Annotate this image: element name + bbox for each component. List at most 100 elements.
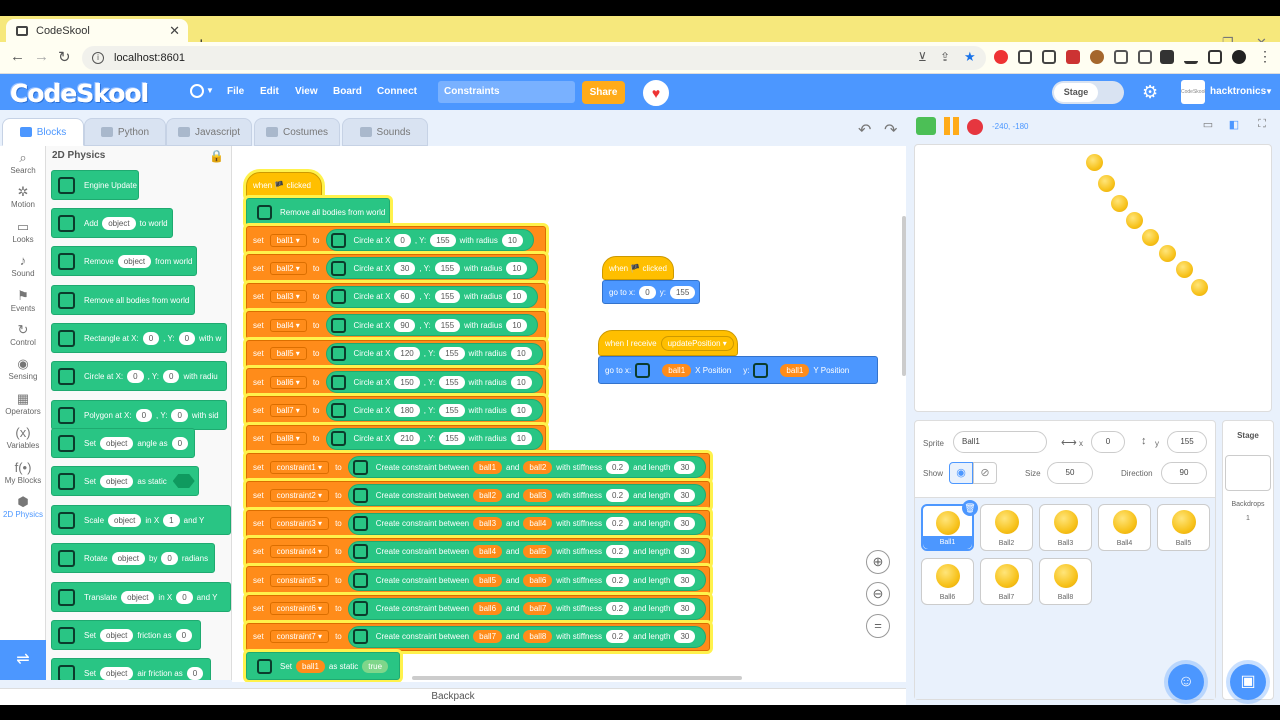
- static-hexagon-input[interactable]: [172, 474, 195, 488]
- circle-radius-input[interactable]: 10: [506, 290, 528, 304]
- goto-y-input[interactable]: 155: [669, 285, 696, 299]
- circle-y-input[interactable]: 155: [434, 318, 461, 332]
- set-constraint-block[interactable]: set constraint4 ▾ to Create constraint betw…: [246, 537, 710, 566]
- back-icon[interactable]: ←: [10, 48, 25, 65]
- download-icon[interactable]: [1184, 50, 1198, 64]
- circle-x-input[interactable]: 30: [394, 261, 416, 275]
- stiffness-input[interactable]: 0.2: [605, 602, 630, 615]
- circle-radius-input[interactable]: 10: [506, 318, 528, 332]
- constraint-reporter[interactable]: Create constraint between ball1 and ball2 wi…: [347, 456, 707, 478]
- stage-ball[interactable]: [1111, 195, 1128, 212]
- variable-dropdown[interactable]: ball8 ▾: [269, 432, 307, 446]
- sprite-y-input[interactable]: 155: [1167, 431, 1207, 453]
- circle-reporter[interactable]: Circle at X 60, Y: 155 with radius 10: [325, 285, 539, 308]
- community-heart-icon[interactable]: ♥: [643, 80, 669, 106]
- code-workspace[interactable]: when 🏴 clicked Remove all bodies from wo…: [232, 146, 906, 682]
- palette-block[interactable]: Rotate object by 0 radians: [51, 543, 215, 573]
- x-object-pill[interactable]: ball1: [662, 363, 692, 377]
- body-a-pill[interactable]: ball2: [473, 488, 503, 502]
- language-globe-icon[interactable]: [190, 84, 204, 98]
- small-stage-icon[interactable]: ▭: [1198, 118, 1218, 136]
- circle-radius-input[interactable]: 10: [510, 347, 532, 361]
- when-flag-clicked-block[interactable]: when 🏴 clicked: [246, 172, 322, 198]
- palette-block[interactable]: Remove object from world: [51, 246, 197, 276]
- circle-reporter[interactable]: Circle at X 120, Y: 155 with radius 10: [325, 342, 543, 365]
- palette-input[interactable]: 0: [175, 628, 193, 642]
- normal-stage-icon[interactable]: ◧: [1224, 118, 1244, 136]
- circle-x-input[interactable]: 90: [394, 318, 416, 332]
- sprite-thumbnail[interactable]: Ball4: [1098, 504, 1151, 551]
- settings-gear-icon[interactable]: ⚙: [1142, 82, 1158, 102]
- category-search[interactable]: ⌕ Search: [0, 150, 46, 175]
- go-to-xy-position-block[interactable]: go to x: ball1 X Position y: ball1 Y Position: [598, 356, 878, 384]
- constraint-reporter[interactable]: Create constraint between ball5 and ball6 wi…: [347, 569, 707, 592]
- circle-reporter[interactable]: Circle at X 210, Y: 155 with radius 10: [325, 427, 543, 450]
- length-input[interactable]: 30: [674, 545, 696, 559]
- when-flag-clicked-block-2[interactable]: when 🏴 clicked: [602, 256, 674, 280]
- add-sprite-icon[interactable]: ☺: [1168, 664, 1204, 700]
- delete-sprite-icon[interactable]: 🗑: [962, 500, 978, 516]
- palette-input[interactable]: 0: [135, 408, 153, 422]
- palette-input[interactable]: 0: [186, 666, 204, 680]
- sprite-thumbnail[interactable]: Ball8: [1039, 558, 1092, 605]
- length-input[interactable]: 30: [674, 460, 696, 474]
- set-circle-block[interactable]: set ball7 ▾ to Circle at X 180, Y: 155 with ra…: [246, 396, 546, 425]
- category-my-blocks[interactable]: f(•) My Blocks: [0, 460, 46, 485]
- length-input[interactable]: 30: [674, 602, 696, 615]
- palette-input[interactable]: 0: [171, 436, 189, 450]
- palette-input[interactable]: object: [100, 666, 134, 680]
- add-backdrop-icon[interactable]: ▣: [1230, 664, 1266, 700]
- palette-block[interactable]: Set object angle as 0: [51, 428, 195, 458]
- circle-reporter[interactable]: Circle at X 180, Y: 155 with radius 10: [325, 399, 543, 422]
- project-name-input[interactable]: Constraints: [438, 81, 575, 103]
- set-circle-block[interactable]: set ball5 ▾ to Circle at X 120, Y: 155 with ra…: [246, 339, 546, 368]
- backpack-bar[interactable]: Backpack: [0, 688, 906, 705]
- extension-c-icon[interactable]: [1018, 50, 1032, 64]
- show-visible-icon[interactable]: ◉: [949, 462, 973, 484]
- circle-reporter[interactable]: Circle at X 90, Y: 155 with radius 10: [325, 314, 539, 337]
- stiffness-input[interactable]: 0.2: [605, 488, 630, 502]
- variable-dropdown[interactable]: ball5 ▾: [269, 347, 307, 361]
- palette-block[interactable]: Scale object in X 1 and Y: [51, 505, 231, 535]
- stiffness-input[interactable]: 0.2: [605, 545, 630, 559]
- set-constraint-block[interactable]: set constraint2 ▾ to Create constraint betw…: [246, 481, 710, 510]
- variable-dropdown[interactable]: ball1 ▾: [269, 233, 307, 247]
- forward-icon[interactable]: →: [34, 48, 49, 65]
- app-logo[interactable]: CodeSkool: [10, 79, 149, 108]
- circle-radius-input[interactable]: 10: [510, 375, 532, 389]
- palette-input[interactable]: object: [111, 551, 145, 565]
- length-input[interactable]: 30: [674, 488, 696, 502]
- palette-input[interactable]: 0: [178, 331, 196, 345]
- workspace-horizontal-scrollbar[interactable]: [412, 676, 742, 680]
- stage-ball[interactable]: [1176, 261, 1193, 278]
- extension-qr-icon[interactable]: [1042, 50, 1056, 64]
- set-circle-block[interactable]: set ball3 ▾ to Circle at X 60, Y: 155 with rad…: [246, 282, 546, 311]
- body-b-pill[interactable]: ball2: [523, 460, 553, 474]
- pause-icon[interactable]: [943, 117, 961, 135]
- body-b-pill[interactable]: ball6: [523, 573, 553, 587]
- stage-ball[interactable]: [1086, 154, 1103, 171]
- category-variables[interactable]: (x) Variables: [0, 425, 46, 450]
- palette-block[interactable]: Set object as static: [51, 466, 199, 496]
- menu-board[interactable]: Board: [333, 86, 362, 97]
- circle-y-input[interactable]: 155: [434, 261, 461, 275]
- body-a-pill[interactable]: ball4: [473, 545, 503, 559]
- reload-icon[interactable]: ↻: [58, 48, 71, 66]
- variable-dropdown[interactable]: ball7 ▾: [269, 403, 307, 417]
- go-to-xy-block[interactable]: go to x: 0 y: 155: [602, 280, 700, 304]
- palette-block[interactable]: Translate object in X 0 and Y: [51, 582, 231, 612]
- set-constraint-block[interactable]: set constraint7 ▾ to Create constraint betw…: [246, 622, 710, 651]
- sprite-thumbnail[interactable]: Ball3: [1039, 504, 1092, 551]
- tab-javascript[interactable]: Javascript: [166, 118, 252, 146]
- circle-x-input[interactable]: 150: [394, 375, 420, 389]
- install-icon[interactable]: ⊻: [918, 50, 927, 64]
- browser-menu-icon[interactable]: ⋮: [1258, 48, 1272, 65]
- sprite-thumbnail[interactable]: Ball7: [980, 558, 1033, 605]
- circle-radius-input[interactable]: 10: [510, 432, 532, 446]
- set-constraint-block[interactable]: set constraint5 ▾ to Create constraint betw…: [246, 566, 710, 595]
- tab-blocks[interactable]: Blocks: [2, 118, 84, 146]
- length-input[interactable]: 30: [674, 517, 696, 531]
- circle-radius-input[interactable]: 10: [506, 261, 528, 275]
- circle-y-input[interactable]: 155: [439, 432, 465, 446]
- variable-dropdown[interactable]: constraint1 ▾: [269, 460, 330, 474]
